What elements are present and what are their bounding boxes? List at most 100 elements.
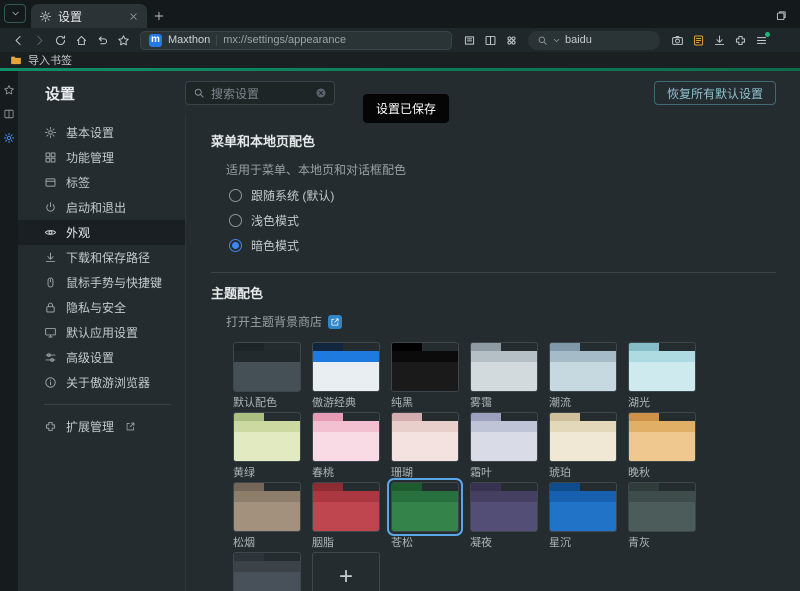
theme-store-icon[interactable] [328,315,342,329]
settings-menu-item[interactable]: 启动和退出 [18,195,185,220]
downloads-button[interactable] [709,30,729,50]
add-theme-button[interactable]: + [312,552,380,591]
window-restore-button[interactable] [775,9,788,22]
settings-menu-item[interactable]: 下载和保存路径 [18,245,185,270]
settings-menu-item[interactable]: 高级设置 [18,345,185,370]
back-button[interactable] [8,30,28,50]
panels-strip-button[interactable] [3,108,15,120]
favorite-button[interactable] [113,30,133,50]
theme-option[interactable]: 青灰 [628,482,696,550]
search-engine-caret-icon[interactable] [552,36,561,45]
theme-option[interactable]: 星沉 [549,482,617,550]
theme-swatch [233,342,301,392]
theme-option[interactable]: 雾霭 [470,342,538,410]
theme-option[interactable]: 黄绿 [233,412,301,480]
theme-option[interactable]: 湖光 [628,342,696,410]
restore-defaults-button[interactable]: 恢复所有默认设置 [654,81,776,105]
radio-unselected-icon[interactable] [229,189,242,202]
radio-selected-icon[interactable] [229,239,242,252]
power-icon [44,201,57,214]
theme-name: 纯黑 [391,397,459,410]
color-mode-option[interactable]: 浅色模式 [229,208,776,233]
theme-swatch [233,412,301,462]
add-theme-tile[interactable]: + [312,552,380,591]
gear-icon [44,126,57,139]
menu-item-label: 隐私与安全 [66,299,126,316]
theme-option[interactable]: 胭脂 [312,482,380,550]
theme-option[interactable]: 琥珀 [549,412,617,480]
address-bar[interactable]: m Maxthon mx://settings/appearance [140,31,452,50]
folder-icon [10,54,22,66]
radio-unselected-icon[interactable] [229,214,242,227]
theme-option[interactable]: 霜叶 [470,412,538,480]
tab-list-button[interactable] [4,4,26,23]
theme-swatch [628,412,696,462]
forward-button[interactable] [29,30,49,50]
favorites-strip-button[interactable] [3,84,15,96]
settings-content: 菜单和本地页配色 适用于菜单、本地页和对话框配色 跟随系统 (默认)浅色模式暗色… [185,115,800,591]
new-tab-button[interactable] [147,4,171,28]
settings-menu-item[interactable]: 隐私与安全 [18,295,185,320]
settings-search-placeholder: 搜索设置 [211,85,309,102]
web-search-box[interactable]: baidu [528,31,660,50]
menu-item-label: 功能管理 [66,149,114,166]
settings-menu-item-extensions[interactable]: 扩展管理 [18,414,185,439]
notes-button[interactable] [688,30,708,50]
url-text: mx://settings/appearance [223,34,346,46]
navigation-bar: m Maxthon mx://settings/appearance baidu [0,28,800,52]
theme-option[interactable]: 凝夜 [470,482,538,550]
grid-icon [44,151,57,164]
snap-button[interactable] [501,30,521,50]
extensions-button[interactable] [730,30,750,50]
menu-item-label: 默认应用设置 [66,324,138,341]
palette-icon [44,226,57,239]
screenshot-button[interactable] [667,30,687,50]
home-button[interactable] [71,30,91,50]
theme-option[interactable]: 春桃 [312,412,380,480]
section-title-menu-colors: 菜单和本地页配色 [211,131,776,150]
undo-closed-tab-button[interactable] [92,30,112,50]
theme-option[interactable]: 珊瑚 [391,412,459,480]
menu-item-label: 关于傲游浏览器 [66,374,150,391]
download-icon [44,251,57,264]
settings-strip-button[interactable] [3,132,15,144]
theme-option[interactable]: 潮流 [549,342,617,410]
theme-option[interactable]: 松烟 [233,482,301,550]
settings-tab[interactable]: 设置 [31,4,147,28]
theme-name: 青灰 [628,537,696,550]
settings-search-box[interactable]: 搜索设置 [185,81,335,105]
theme-option[interactable]: 苍松 [391,482,459,550]
settings-menu-item[interactable]: 基本设置 [18,120,185,145]
theme-option[interactable]: 纯黑 [391,342,459,410]
settings-menu-item[interactable]: 默认应用设置 [18,320,185,345]
reader-mode-button[interactable] [459,30,479,50]
settings-menu-item[interactable]: 鼠标手势与快捷键 [18,270,185,295]
theme-option[interactable]: 暗夜 [233,552,301,591]
undo-icon [96,34,109,47]
refresh-button[interactable] [50,30,70,50]
settings-menu-item[interactable]: 功能管理 [18,145,185,170]
bookmarks-bar: 导入书签 [0,52,800,68]
settings-menu: 基本设置功能管理标签启动和退出外观下载和保存路径鼠标手势与快捷键隐私与安全默认应… [18,115,185,591]
theme-option[interactable]: 默认配色 [233,342,301,410]
settings-menu-item[interactable]: 标签 [18,170,185,195]
settings-menu-item[interactable]: 关于傲游浏览器 [18,370,185,395]
clear-search-icon[interactable] [315,87,327,99]
import-bookmarks-item[interactable]: 导入书签 [10,52,72,68]
theme-option[interactable]: 晚秋 [628,412,696,480]
main-menu-button[interactable] [751,30,771,50]
split-screen-button[interactable] [480,30,500,50]
tab-close-icon[interactable] [128,11,139,22]
lock-icon [44,301,57,314]
settings-menu-item[interactable]: 外观 [18,220,185,245]
theme-option[interactable]: 傲游经典 [312,342,380,410]
tab-title: 设置 [58,8,122,25]
radio-label: 暗色模式 [251,237,299,254]
open-theme-store-link[interactable]: 打开主题背景商店 [226,313,322,330]
color-mode-option[interactable]: 暗色模式 [229,233,776,258]
color-mode-option[interactable]: 跟随系统 (默认) [229,183,776,208]
theme-swatch [391,412,459,462]
theme-swatch [470,342,538,392]
theme-name: 凝夜 [470,537,538,550]
reader-icon [463,34,476,47]
